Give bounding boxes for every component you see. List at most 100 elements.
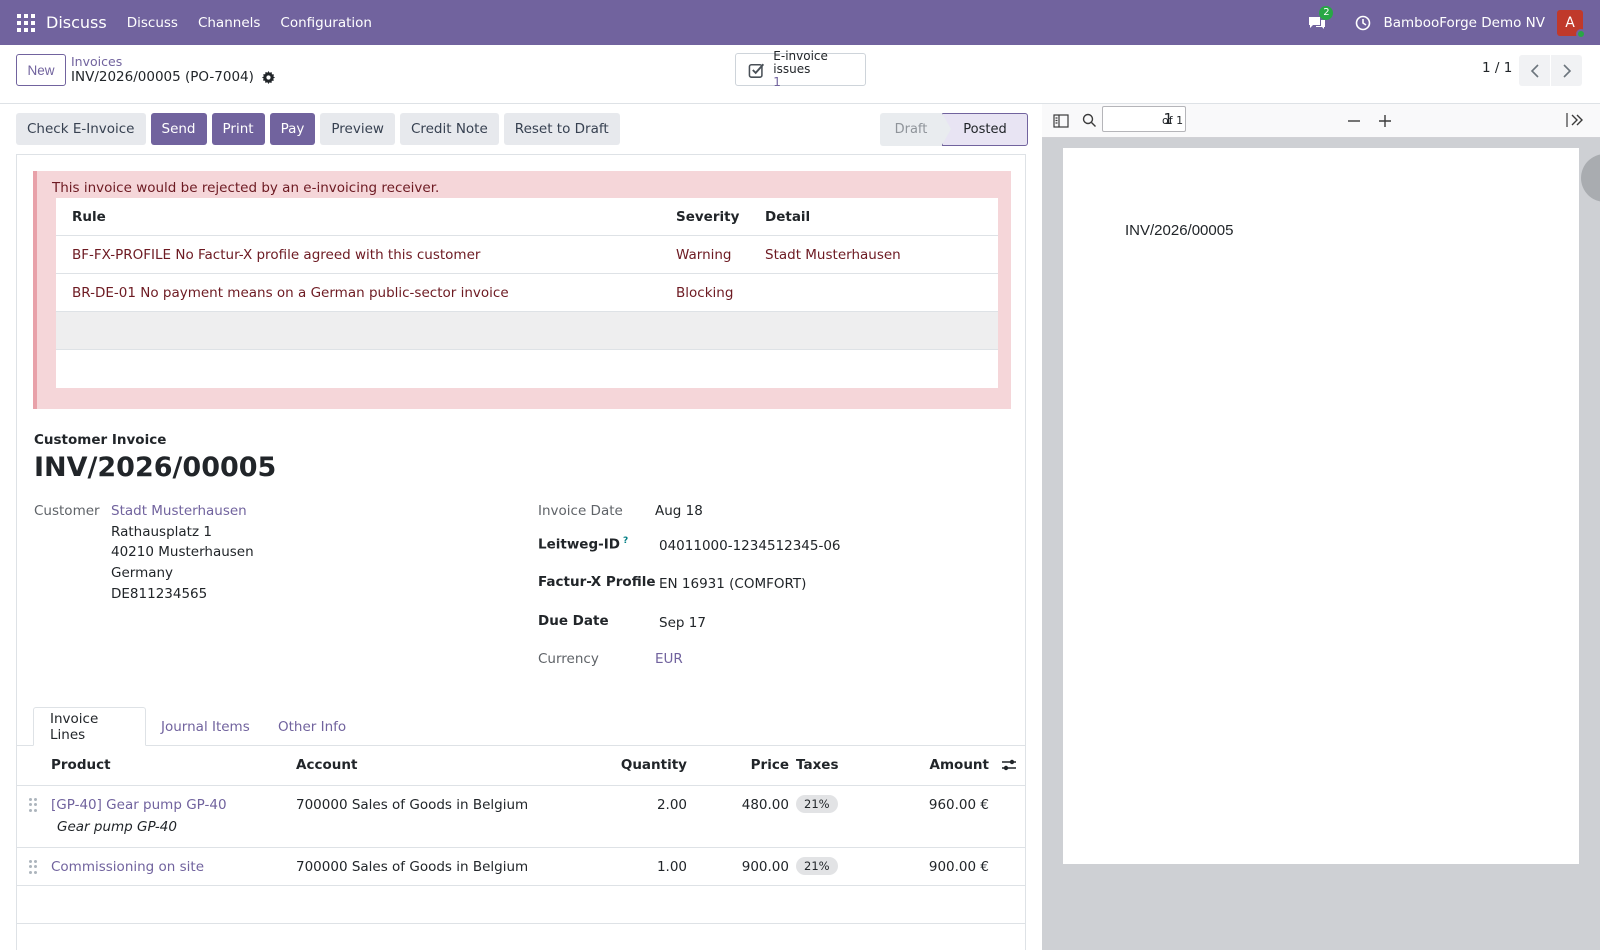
- quantity-cell[interactable]: 1.00: [577, 859, 687, 875]
- customer-label: Customer: [34, 503, 100, 519]
- help-icon[interactable]: ?: [623, 536, 628, 546]
- tax-badge[interactable]: 21%: [796, 857, 838, 875]
- header-account[interactable]: Account: [296, 757, 357, 773]
- pdf-invoice-number: INV/2026/00005: [1125, 222, 1234, 239]
- pdf-toolbar: 1 of 1: [1042, 104, 1600, 138]
- check-einvoice-button[interactable]: Check E-Invoice: [16, 113, 146, 145]
- gear-icon[interactable]: [261, 70, 275, 84]
- rule-cell: BF-FX-PROFILE No Factur-X profile agreed…: [72, 246, 481, 263]
- pager-value[interactable]: 1 / 1: [1482, 60, 1512, 76]
- leitweg-field[interactable]: 04011000-1234512345-06: [659, 538, 841, 554]
- pdf-page: INV/2026/00005: [1063, 148, 1579, 864]
- zoom-in-icon[interactable]: [1378, 114, 1392, 128]
- messaging-button[interactable]: 2: [1307, 5, 1334, 34]
- alert-title: This invoice would be rejected by an e-i…: [52, 180, 440, 196]
- header-product[interactable]: Product: [51, 757, 111, 773]
- reset-to-draft-button[interactable]: Reset to Draft: [503, 113, 620, 145]
- form-sheet: This invoice would be rejected by an e-i…: [16, 154, 1026, 950]
- severity-cell: Warning: [676, 246, 732, 263]
- preview-button[interactable]: Preview: [320, 113, 395, 145]
- chat-count-badge: 2: [1319, 5, 1334, 20]
- pager-previous-button[interactable]: [1519, 55, 1550, 86]
- amount-cell: 960.00 €: [928, 797, 989, 813]
- sidebar-toggle-icon[interactable]: [1053, 114, 1069, 128]
- action-buttons: Check E-Invoice Send Print Pay Preview C…: [16, 113, 620, 146]
- status-bar: Draft Posted: [880, 113, 1028, 146]
- facturx-label: Factur-X Profile: [538, 574, 656, 590]
- facturx-field[interactable]: EN 16931 (COMFORT): [659, 576, 806, 592]
- expand-preview-button[interactable]: [1581, 154, 1600, 202]
- avatar-letter: A: [1565, 14, 1575, 31]
- due-date-label: Due Date: [538, 613, 609, 629]
- chevron-right-icon: [1562, 63, 1571, 78]
- empty-row: [56, 350, 998, 388]
- line-description[interactable]: Gear pump GP-40: [57, 819, 177, 835]
- tab-other-info[interactable]: Other Info: [262, 707, 362, 746]
- customer-link[interactable]: Stadt Musterhausen: [111, 503, 247, 519]
- credit-note-button[interactable]: Credit Note: [399, 113, 499, 145]
- header-taxes[interactable]: Taxes: [796, 757, 838, 773]
- price-cell[interactable]: 480.00: [697, 797, 789, 813]
- invoice-number: INV/2026/00005: [34, 452, 277, 483]
- chevron-left-icon: [1530, 63, 1539, 78]
- price-cell[interactable]: 900.00: [697, 859, 789, 875]
- status-draft[interactable]: Draft: [880, 113, 942, 146]
- activity-clock-icon[interactable]: [1355, 15, 1371, 31]
- table-row[interactable]: BR-DE-01 No payment means on a German pu…: [56, 274, 998, 312]
- invoice-lines-table: Product Account Quantity Price Taxes Amo…: [17, 746, 1025, 924]
- column-settings-icon[interactable]: [1001, 758, 1017, 772]
- table-row[interactable]: BF-FX-PROFILE No Factur-X profile agreed…: [56, 236, 998, 274]
- user-avatar[interactable]: A: [1557, 9, 1586, 39]
- pay-button[interactable]: Pay: [269, 113, 316, 145]
- new-button[interactable]: New: [16, 54, 66, 86]
- online-status-dot: [1576, 28, 1586, 39]
- tab-invoice-lines[interactable]: Invoice Lines: [33, 707, 146, 746]
- tab-journal-items[interactable]: Journal Items: [145, 707, 266, 746]
- leitweg-label-text: Leitweg-ID: [538, 536, 620, 553]
- empty-row[interactable]: [17, 886, 1025, 924]
- header-amount[interactable]: Amount: [877, 757, 989, 773]
- checkbox-icon: [748, 63, 765, 78]
- product-link[interactable]: Commissioning on site: [51, 859, 204, 875]
- print-button[interactable]: Print: [211, 113, 265, 145]
- drag-handle-icon[interactable]: [29, 798, 37, 812]
- lines-header: Product Account Quantity Price Taxes Amo…: [17, 746, 1025, 786]
- product-link[interactable]: [GP-40] Gear pump GP-40: [51, 797, 227, 813]
- table-row[interactable]: Commissioning on site 700000 Sales of Go…: [17, 848, 1025, 886]
- einvoice-issues-label: E-invoice issues: [773, 49, 828, 76]
- menu-configuration[interactable]: Configuration: [280, 15, 372, 31]
- currency-link[interactable]: EUR: [655, 651, 683, 667]
- company-switcher[interactable]: BambooForge Demo NV: [1383, 15, 1545, 31]
- account-cell[interactable]: 700000 Sales of Goods in Belgium: [296, 797, 528, 813]
- search-icon[interactable]: [1082, 113, 1097, 128]
- empty-row: [56, 312, 998, 350]
- app-brand[interactable]: Discuss: [46, 13, 107, 32]
- invoice-date-field[interactable]: Aug 18: [655, 503, 703, 519]
- currency-label: Currency: [538, 651, 599, 667]
- status-posted[interactable]: Posted: [942, 113, 1028, 146]
- account-cell[interactable]: 700000 Sales of Goods in Belgium: [296, 859, 528, 875]
- table-row[interactable]: [GP-40] Gear pump GP-40 Gear pump GP-40 …: [17, 786, 1025, 848]
- apps-menu-icon[interactable]: [17, 13, 35, 32]
- menu-channels[interactable]: Channels: [198, 15, 260, 31]
- header-severity[interactable]: Severity: [676, 209, 765, 225]
- zoom-out-icon[interactable]: [1347, 114, 1361, 128]
- tax-badge[interactable]: 21%: [796, 795, 838, 813]
- einvoice-issues-count: 1: [773, 75, 781, 89]
- detail-cell: Stadt Musterhausen: [765, 246, 901, 263]
- header-detail[interactable]: Detail: [765, 209, 998, 225]
- breadcrumb-invoices[interactable]: Invoices: [71, 54, 122, 69]
- header-price[interactable]: Price: [697, 757, 789, 773]
- header-quantity[interactable]: Quantity: [577, 757, 687, 773]
- menu-discuss[interactable]: Discuss: [127, 15, 178, 31]
- quantity-cell[interactable]: 2.00: [577, 797, 687, 813]
- header-rule[interactable]: Rule: [56, 209, 676, 225]
- due-date-field[interactable]: Sep 17: [659, 615, 706, 631]
- tools-menu-icon[interactable]: [1566, 112, 1584, 128]
- pager-next-button[interactable]: [1551, 55, 1582, 86]
- address-line: 40210 Musterhausen: [111, 544, 254, 560]
- breadcrumb-current: INV/2026/00005 (PO-7004): [71, 69, 275, 85]
- send-button[interactable]: Send: [150, 113, 207, 145]
- einvoice-issues-button[interactable]: E-invoice issues 1: [735, 49, 866, 89]
- drag-handle-icon[interactable]: [29, 860, 37, 874]
